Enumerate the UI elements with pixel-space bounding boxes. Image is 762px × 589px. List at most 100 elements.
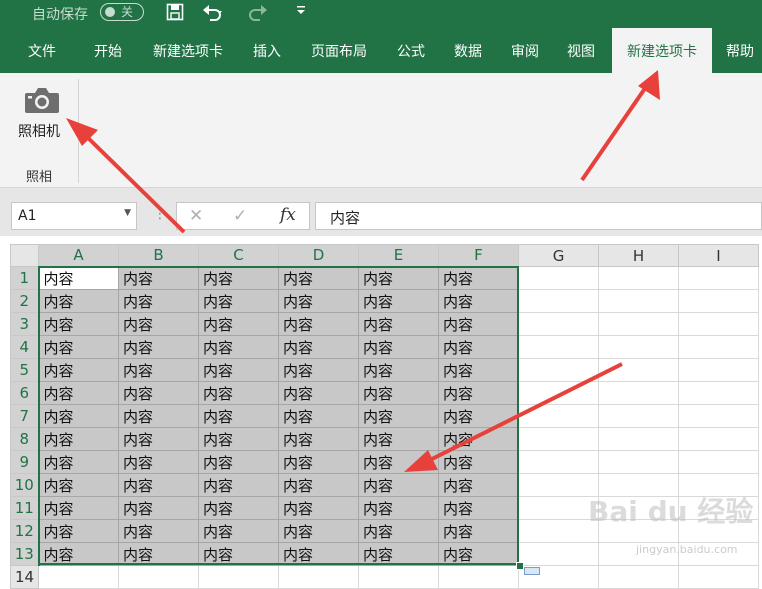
cell[interactable]: 内容 bbox=[38, 542, 119, 566]
cell[interactable] bbox=[678, 404, 759, 428]
cell[interactable] bbox=[518, 335, 599, 359]
tab-insert[interactable]: 插入 bbox=[242, 28, 292, 73]
cell[interactable] bbox=[518, 450, 599, 474]
cell[interactable]: 内容 bbox=[118, 542, 199, 566]
cell[interactable]: 内容 bbox=[118, 450, 199, 474]
cell[interactable]: 内容 bbox=[198, 381, 279, 405]
row-header[interactable]: 1 bbox=[10, 266, 40, 290]
cell[interactable]: 内容 bbox=[198, 358, 279, 382]
cell[interactable]: 内容 bbox=[358, 381, 439, 405]
row-header[interactable]: 8 bbox=[10, 427, 40, 451]
cell[interactable] bbox=[678, 450, 759, 474]
tab-file[interactable]: 文件 bbox=[16, 28, 68, 73]
cell[interactable]: 内容 bbox=[358, 335, 439, 359]
cell[interactable] bbox=[358, 565, 439, 589]
cell[interactable]: 内容 bbox=[278, 358, 359, 382]
more-icon[interactable]: ⋮ bbox=[153, 206, 167, 222]
cell[interactable]: 内容 bbox=[358, 266, 439, 290]
cell[interactable] bbox=[518, 496, 599, 520]
cell[interactable]: 内容 bbox=[358, 519, 439, 543]
cell[interactable]: 内容 bbox=[278, 519, 359, 543]
cell[interactable] bbox=[518, 358, 599, 382]
cell[interactable]: 内容 bbox=[278, 266, 359, 290]
cell[interactable] bbox=[598, 450, 679, 474]
cell[interactable] bbox=[678, 427, 759, 451]
cell[interactable] bbox=[518, 473, 599, 497]
column-header[interactable]: H bbox=[598, 244, 679, 267]
column-header[interactable]: D bbox=[278, 244, 359, 268]
cell[interactable]: 内容 bbox=[358, 542, 439, 566]
cell[interactable]: 内容 bbox=[38, 450, 119, 474]
cell[interactable]: 内容 bbox=[278, 312, 359, 336]
column-header[interactable]: C bbox=[198, 244, 279, 268]
column-header[interactable]: A bbox=[38, 244, 119, 268]
column-header[interactable]: E bbox=[358, 244, 439, 268]
cell[interactable] bbox=[678, 381, 759, 405]
cell[interactable]: 内容 bbox=[198, 289, 279, 313]
cell[interactable]: 内容 bbox=[358, 473, 439, 497]
row-header[interactable]: 6 bbox=[10, 381, 40, 405]
cell[interactable]: 内容 bbox=[38, 381, 119, 405]
cell[interactable]: 内容 bbox=[118, 289, 199, 313]
customize-qat-icon[interactable] bbox=[296, 3, 306, 24]
cell[interactable]: 内容 bbox=[438, 450, 519, 474]
row-header[interactable]: 12 bbox=[10, 519, 40, 543]
cell[interactable]: 内容 bbox=[118, 358, 199, 382]
insert-function-icon[interactable]: fx bbox=[280, 205, 296, 225]
cell[interactable]: 内容 bbox=[118, 404, 199, 428]
cell[interactable]: 内容 bbox=[38, 266, 119, 290]
cell[interactable] bbox=[678, 358, 759, 382]
cell[interactable]: 内容 bbox=[118, 427, 199, 451]
row-header[interactable]: 14 bbox=[10, 565, 39, 589]
cell[interactable] bbox=[518, 289, 599, 313]
column-header[interactable]: I bbox=[678, 244, 759, 267]
tab-new-tab-1[interactable]: 新建选项卡 bbox=[142, 28, 234, 73]
cell[interactable] bbox=[598, 312, 679, 336]
cell[interactable]: 内容 bbox=[278, 450, 359, 474]
cell[interactable] bbox=[678, 565, 759, 589]
cell[interactable]: 内容 bbox=[118, 519, 199, 543]
autosave-toggle[interactable]: 关 bbox=[100, 3, 144, 21]
cell[interactable]: 内容 bbox=[198, 335, 279, 359]
cell[interactable]: 内容 bbox=[358, 312, 439, 336]
row-header[interactable]: 7 bbox=[10, 404, 40, 428]
cell[interactable]: 内容 bbox=[278, 289, 359, 313]
cell[interactable]: 内容 bbox=[358, 496, 439, 520]
cell[interactable] bbox=[518, 519, 599, 543]
undo-icon[interactable] bbox=[202, 3, 224, 26]
row-header[interactable]: 11 bbox=[10, 496, 40, 520]
cell[interactable] bbox=[598, 427, 679, 451]
cell[interactable]: 内容 bbox=[438, 404, 519, 428]
tab-home[interactable]: 开始 bbox=[82, 28, 134, 73]
row-header[interactable]: 3 bbox=[10, 312, 40, 336]
cancel-icon[interactable]: ✕ bbox=[189, 206, 203, 226]
cell[interactable] bbox=[598, 358, 679, 382]
cell[interactable] bbox=[678, 266, 759, 290]
cell[interactable]: 内容 bbox=[118, 473, 199, 497]
row-header[interactable]: 2 bbox=[10, 289, 40, 313]
cell[interactable] bbox=[598, 381, 679, 405]
row-header[interactable]: 13 bbox=[10, 542, 40, 566]
cell[interactable]: 内容 bbox=[438, 266, 519, 290]
column-header[interactable]: F bbox=[438, 244, 519, 268]
cell[interactable]: 内容 bbox=[198, 427, 279, 451]
row-header[interactable]: 10 bbox=[10, 473, 40, 497]
cell[interactable]: 内容 bbox=[38, 473, 119, 497]
cell[interactable]: 内容 bbox=[198, 496, 279, 520]
cell[interactable]: 内容 bbox=[38, 427, 119, 451]
enter-icon[interactable]: ✓ bbox=[233, 206, 247, 226]
cell[interactable] bbox=[518, 404, 599, 428]
tab-new-tab-2[interactable]: 新建选项卡 bbox=[612, 28, 712, 73]
cell[interactable] bbox=[598, 289, 679, 313]
formula-input[interactable]: 内容 bbox=[315, 202, 762, 230]
cell[interactable] bbox=[678, 312, 759, 336]
cell[interactable]: 内容 bbox=[38, 335, 119, 359]
cell[interactable] bbox=[118, 565, 199, 589]
tab-data[interactable]: 数据 bbox=[442, 28, 494, 73]
column-header[interactable]: B bbox=[118, 244, 199, 268]
cell[interactable]: 内容 bbox=[358, 404, 439, 428]
cell[interactable]: 内容 bbox=[118, 381, 199, 405]
cell[interactable]: 内容 bbox=[198, 266, 279, 290]
row-header[interactable]: 9 bbox=[10, 450, 40, 474]
cell[interactable]: 内容 bbox=[278, 427, 359, 451]
